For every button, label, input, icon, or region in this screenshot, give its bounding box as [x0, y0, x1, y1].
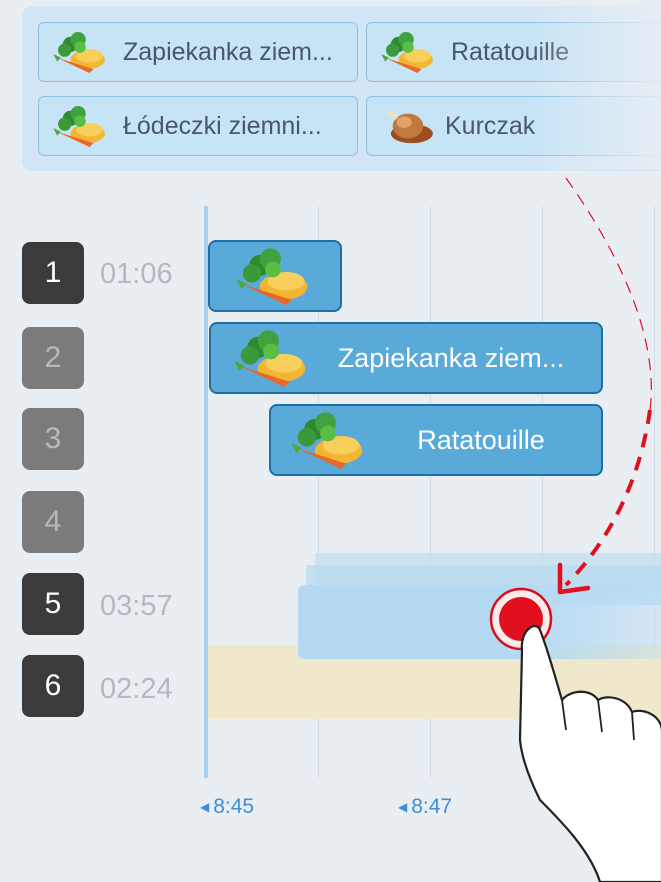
hand-icon: [518, 625, 661, 882]
drag-path-thick: [564, 409, 652, 587]
arrow-head-icon: [557, 562, 591, 595]
drag-path-thin: [565, 177, 652, 411]
drag-gesture-overlay: [489, 177, 661, 882]
